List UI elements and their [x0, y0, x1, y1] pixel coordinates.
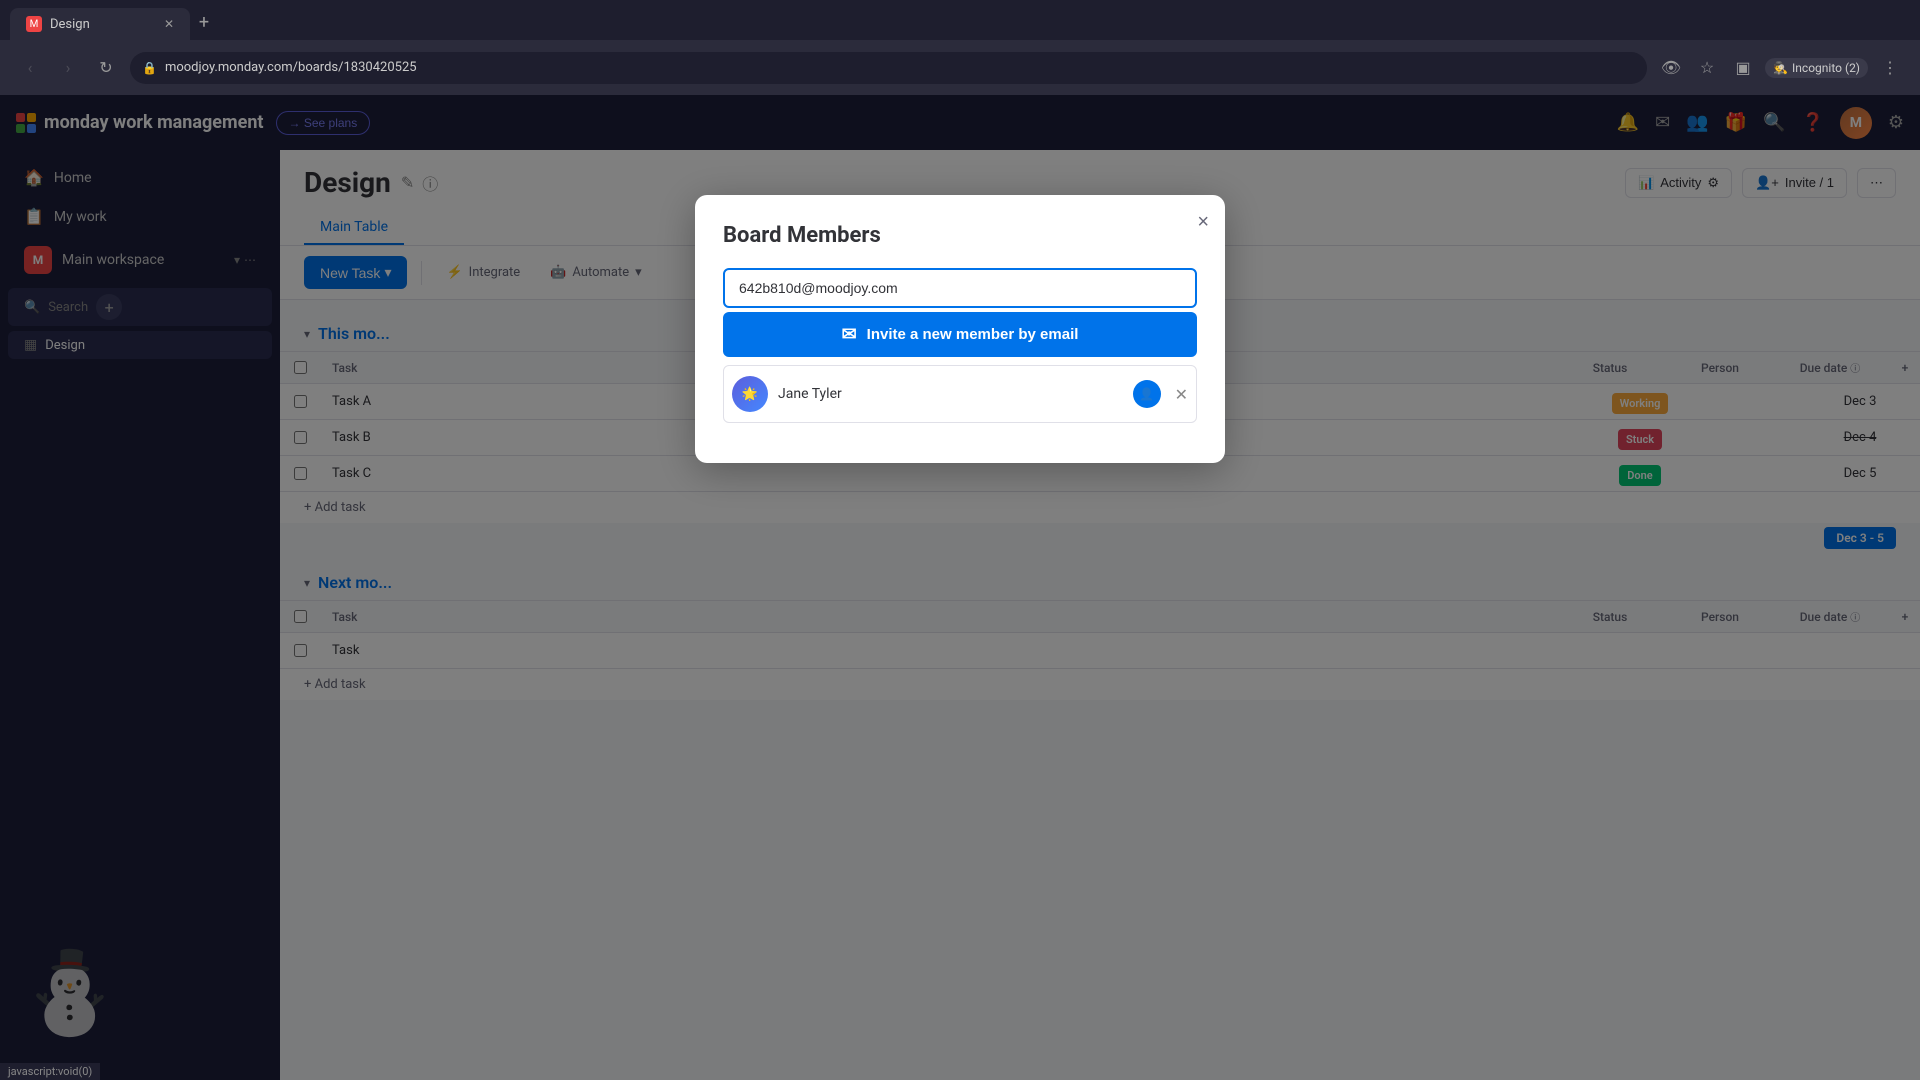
modal-close-btn[interactable]: × [1197, 211, 1209, 234]
member-remove-btn[interactable]: ✕ [1175, 385, 1188, 404]
avatar-icon: 🌟 [742, 387, 758, 402]
status-text: javascript:void(0) [8, 1065, 92, 1078]
member-avatar: 🌟 [732, 376, 768, 412]
status-bar: javascript:void(0) [0, 1063, 100, 1080]
new-tab-btn[interactable]: + [190, 8, 218, 36]
nav-actions: 👁 ☆ ▣ 🕵 Incognito (2) ⋮ [1657, 54, 1904, 82]
modal-title: Board Members [723, 223, 1197, 248]
member-name: Jane Tyler [778, 386, 1123, 402]
reload-btn[interactable]: ↻ [92, 54, 120, 82]
tab-view-icon[interactable]: ▣ [1729, 54, 1757, 82]
tab-bar: M Design ✕ + [0, 0, 1920, 40]
address-bar[interactable]: 🔒 moodjoy.monday.com/boards/1830420525 [130, 52, 1647, 84]
forward-btn[interactable]: › [54, 54, 82, 82]
url-text: moodjoy.monday.com/boards/1830420525 [165, 60, 417, 75]
menu-btn[interactable]: ⋮ [1876, 54, 1904, 82]
member-item: 🌟 Jane Tyler 👤 ✕ [723, 365, 1197, 423]
tab-label: Design [50, 17, 90, 32]
incognito-label: Incognito (2) [1792, 61, 1860, 75]
envelope-icon: ✉ [842, 324, 857, 345]
incognito-icon: 🕵 [1773, 61, 1788, 75]
active-tab[interactable]: M Design ✕ [10, 8, 190, 40]
board-members-modal: Board Members × ✉ Invite a new member by… [695, 195, 1225, 463]
tab-close-btn[interactable]: ✕ [164, 17, 174, 31]
member-role-btn[interactable]: 👤 [1133, 380, 1161, 408]
email-input[interactable] [723, 268, 1197, 308]
member-list: 🌟 Jane Tyler 👤 ✕ [723, 365, 1197, 423]
browser-nav: ‹ › ↻ 🔒 moodjoy.monday.com/boards/183042… [0, 40, 1920, 95]
browser-chrome: M Design ✕ + ‹ › ↻ 🔒 moodjoy.monday.com/… [0, 0, 1920, 95]
modal-overlay[interactable]: Board Members × ✉ Invite a new member by… [0, 95, 1920, 1080]
eye-off-icon[interactable]: 👁 [1657, 54, 1685, 82]
tab-favicon: M [26, 16, 42, 32]
incognito-badge[interactable]: 🕵 Incognito (2) [1765, 58, 1868, 78]
back-btn[interactable]: ‹ [16, 54, 44, 82]
invite-btn-label: Invite a new member by email [867, 326, 1079, 343]
invite-by-email-btn[interactable]: ✉ Invite a new member by email [723, 312, 1197, 357]
lock-icon: 🔒 [142, 61, 157, 75]
star-icon[interactable]: ☆ [1693, 54, 1721, 82]
